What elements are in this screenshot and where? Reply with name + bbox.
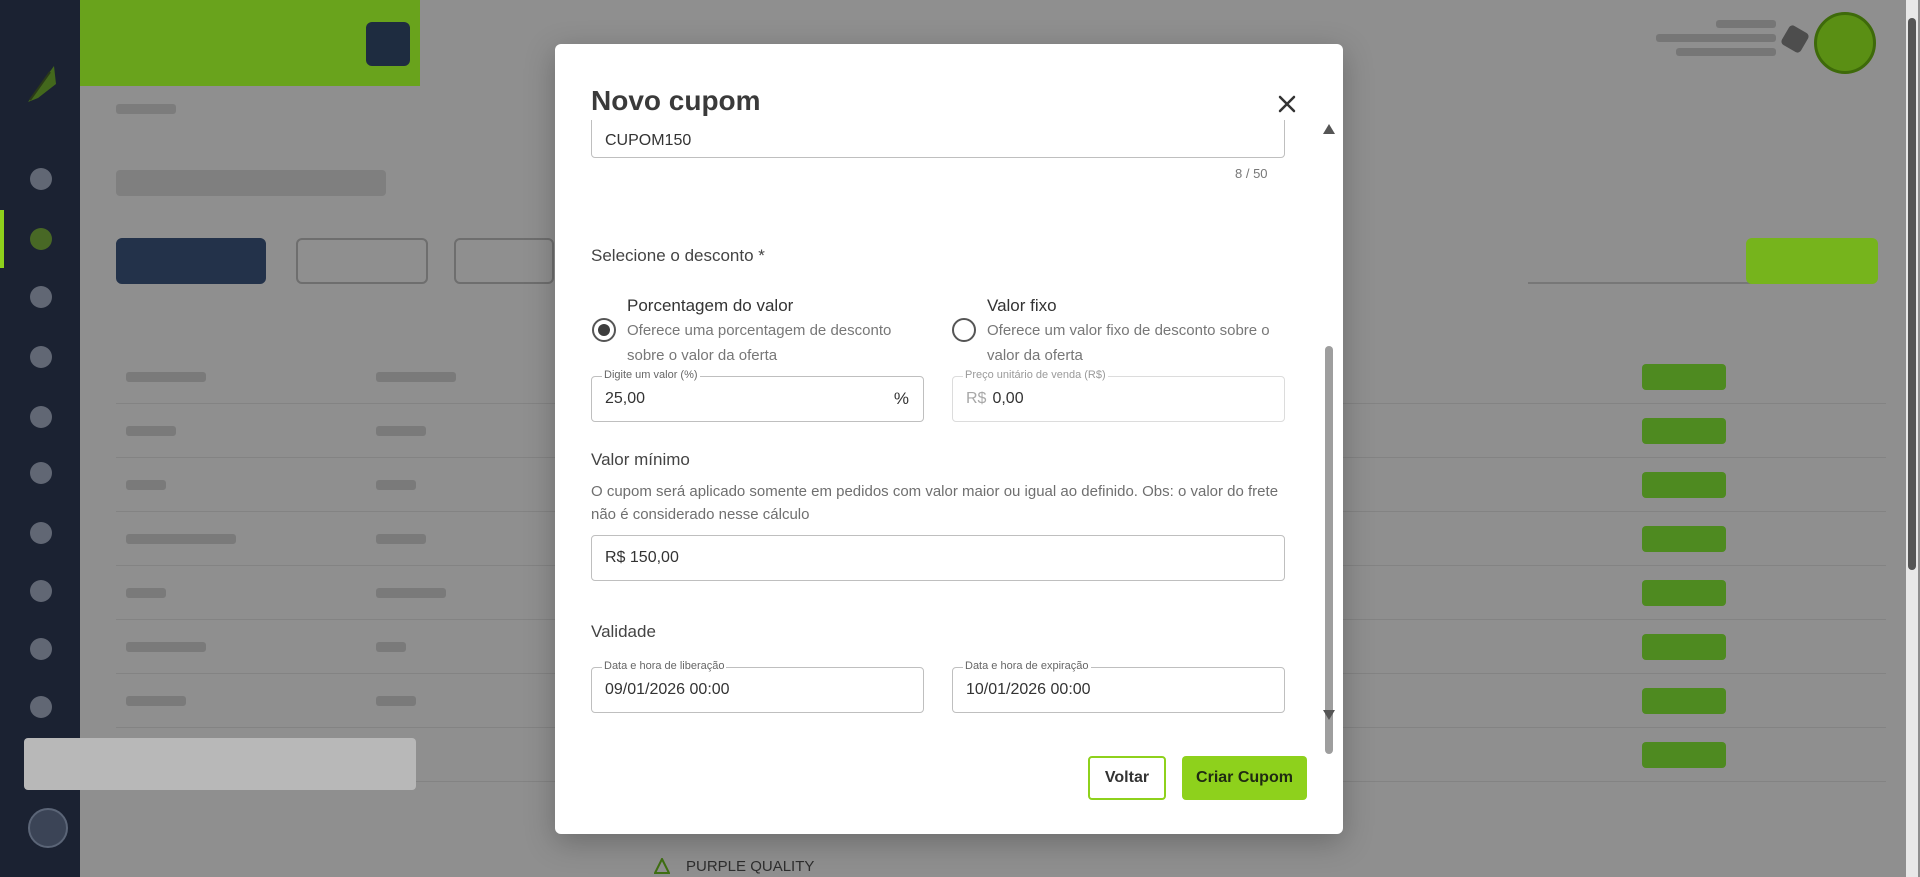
sidebar-item-home[interactable] (30, 168, 52, 190)
fixed-price-value: 0,00 (992, 390, 1024, 407)
bell-icon[interactable] (1779, 23, 1811, 55)
coupon-code-value: CUPOM150 (605, 132, 692, 149)
fixed-price-label: Preço unitário de venda (R$) (963, 369, 1108, 381)
promo-banner (80, 0, 420, 86)
logo-icon (28, 66, 56, 102)
validity-label: Validade (591, 622, 656, 641)
tab-expired[interactable] (454, 238, 554, 284)
tab-my-coupons[interactable] (296, 238, 428, 284)
product-name: PURPLE QUALITY (686, 858, 815, 875)
page-title (116, 170, 386, 196)
sidebar-item-3[interactable] (30, 286, 52, 308)
sidebar-item-10[interactable] (30, 696, 52, 718)
percent-suffix: % (893, 389, 909, 408)
breadcrumb[interactable] (116, 104, 176, 114)
create-coupon-button[interactable]: Criar Cupom (1182, 756, 1307, 800)
sidebar-item-6[interactable] (30, 462, 52, 484)
percent-value-label: Digite um valor (%) (602, 369, 700, 381)
sidebar-item-4[interactable] (30, 346, 52, 368)
minimum-value-field[interactable]: R$ 150,00 (591, 535, 1285, 581)
chat-icon[interactable] (28, 808, 68, 848)
expiry-date-field[interactable]: Data e hora de expiração 10/01/2026 00:0… (952, 660, 1285, 713)
banner-button[interactable] (366, 22, 410, 66)
release-date-label: Data e hora de liberação (602, 660, 727, 672)
sidebar-item-9[interactable] (30, 638, 52, 660)
radio-percent[interactable] (592, 318, 616, 342)
modal-body: CUPOM150 8 / 50 Selecione o desconto * P… (555, 120, 1343, 760)
user-info (1646, 14, 1776, 70)
currency-prefix: R$ (966, 390, 987, 407)
tab-all-coupons[interactable] (116, 238, 266, 284)
sidebar-item-7[interactable] (30, 522, 52, 544)
product-icon (654, 858, 670, 874)
minimum-value-label: Valor mínimo (591, 450, 690, 469)
scroll-up-icon[interactable] (1323, 124, 1335, 134)
radio-fixed[interactable] (952, 318, 976, 342)
expiry-date-value: 10/01/2026 00:00 (966, 681, 1091, 698)
percent-value: 25,00 (605, 390, 646, 407)
minimum-value: R$ 150,00 (605, 549, 679, 566)
scroll-thumb[interactable] (1325, 346, 1333, 754)
new-coupon-modal: Novo cupom CUPOM150 8 / 50 Selecione o d… (555, 44, 1343, 834)
sidebar-item-5[interactable] (30, 406, 52, 428)
modal-scrollbar[interactable] (1323, 124, 1335, 754)
new-coupon-button[interactable] (1746, 238, 1878, 284)
page-scrollbar[interactable] (1906, 0, 1918, 877)
sidebar-active-indicator (0, 210, 4, 268)
close-icon[interactable] (1272, 89, 1302, 119)
release-date-field[interactable]: Data e hora de liberação 09/01/2026 00:0… (591, 660, 924, 713)
char-counter: 8 / 50 (1235, 166, 1268, 181)
percent-value-field[interactable]: Digite um valor (%) 25,00 % (591, 369, 924, 422)
sidebar-item-coupons[interactable] (30, 228, 52, 250)
back-button[interactable]: Voltar (1088, 756, 1166, 800)
avatar[interactable] (1814, 12, 1876, 74)
option-fixed-description: Oferece um valor fixo de desconto sobre … (987, 322, 1270, 364)
sidebar-item-8[interactable] (30, 580, 52, 602)
release-date-value: 09/01/2026 00:00 (605, 681, 730, 698)
scroll-down-icon[interactable] (1323, 710, 1335, 720)
discount-section-label: Selecione o desconto * (591, 246, 765, 265)
minimum-value-help: O cupom será aplicado somente em pedidos… (591, 483, 1279, 523)
expiry-date-label: Data e hora de expiração (963, 660, 1091, 672)
option-fixed-title: Valor fixo (987, 296, 1057, 315)
search-input[interactable] (1528, 238, 1758, 284)
toast-notification (24, 738, 416, 790)
modal-title: Novo cupom (591, 85, 761, 116)
option-percent-description: Oferece uma porcentagem de desconto sobr… (627, 322, 892, 364)
coupon-code-field[interactable]: CUPOM150 (591, 120, 1285, 158)
fixed-price-field[interactable]: Preço unitário de venda (R$) R$ 0,00 (952, 369, 1285, 422)
option-percent-title: Porcentagem do valor (627, 296, 794, 315)
